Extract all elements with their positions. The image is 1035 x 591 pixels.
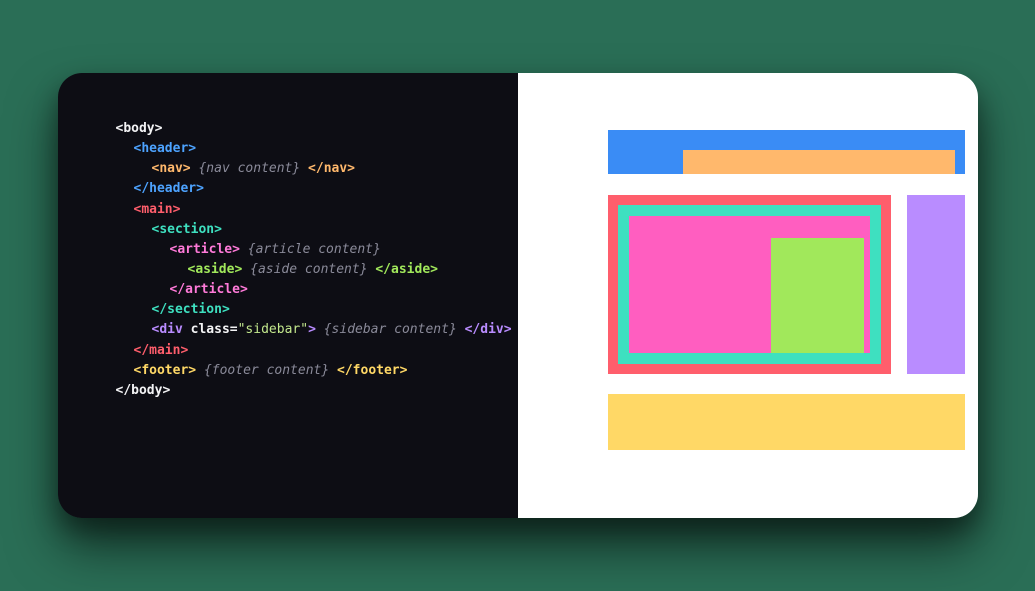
attr-class-value: "sidebar" [238,322,308,337]
block-sidebar [907,195,965,374]
code-pane: <body> <header> <nav> {nav content} </na… [58,73,518,518]
tag-main-open: <main> [134,202,181,217]
tag-header-close: </header> [134,181,204,196]
tag-header-open: <header> [134,141,197,156]
aside-content: {aside content} [250,262,367,277]
tag-footer-open: <footer> [134,363,197,378]
attr-class: class= [191,322,238,337]
article-content: {article content} [248,242,381,257]
diagram-card: <body> <header> <nav> {nav content} </na… [58,73,978,518]
tag-aside-close: </aside> [375,262,438,277]
tag-div-open: <div [152,322,183,337]
tag-section-open: <section> [152,222,222,237]
block-footer [608,394,965,450]
footer-content: {footer content} [204,363,329,378]
tag-article-close: </article> [170,282,248,297]
tag-main-close: </main> [134,343,189,358]
block-nav [683,150,955,174]
tag-article-open: <article> [170,242,240,257]
tag-body-open: <body> [116,121,163,136]
block-aside [771,238,864,353]
tag-footer-close: </footer> [337,363,407,378]
tag-body-close: </body> [116,383,171,398]
tag-section-close: </section> [152,302,230,317]
tag-nav-close: </nav> [308,161,355,176]
sidebar-content: {sidebar content} [324,322,457,337]
tag-div-close: </div> [465,322,512,337]
nav-content: {nav content} [198,161,300,176]
tag-aside-open: <aside> [188,262,243,277]
render-pane [518,73,978,518]
tag-div-open-end: > [308,322,316,337]
tag-nav-open: <nav> [152,161,191,176]
